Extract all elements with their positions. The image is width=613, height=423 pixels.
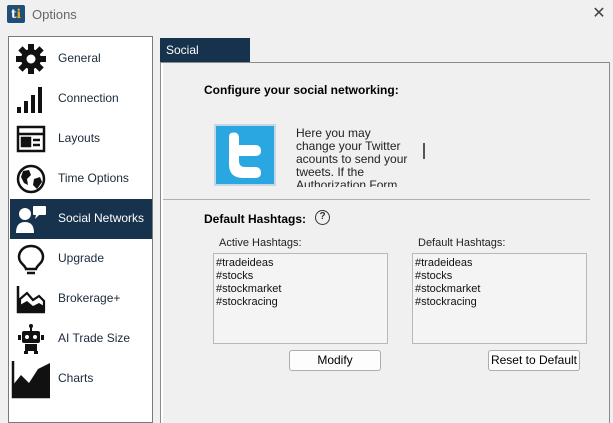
default-hashtags-list[interactable]: #tradeideas #stocks #stockmarket #stockr… — [412, 253, 587, 344]
close-button[interactable]: ✕ — [585, 0, 613, 28]
configure-heading: Configure your social networking: — [204, 83, 399, 97]
sidebar-item-upgrade[interactable]: Upgrade — [10, 239, 152, 279]
sidebar-item-label: Upgrade — [58, 251, 105, 265]
sidebar-item-time-options[interactable]: Time Options — [10, 159, 152, 199]
sidebar-item-layouts[interactable]: Layouts — [10, 119, 152, 159]
app-logo-icon: ti — [7, 5, 25, 23]
area-chart-icon — [14, 283, 48, 315]
title-bar: ti Options ✕ — [0, 0, 613, 30]
sidebar-item-label: General — [58, 51, 101, 65]
sidebar-item-label: Social Networks — [58, 211, 145, 225]
globe-icon — [14, 163, 48, 195]
list-item[interactable]: #tradeideas — [415, 257, 584, 270]
list-item[interactable]: #stockracing — [216, 296, 385, 309]
sidebar-item-ai-trade-size[interactable]: AI Trade Size — [10, 319, 152, 359]
sidebar-item-brokerage-plus[interactable]: Brokerage+ — [10, 279, 152, 319]
sidebar-item-social-networks[interactable]: Social Networks — [10, 199, 152, 239]
active-hashtags-list[interactable]: #tradeideas #stocks #stockmarket #stockr… — [213, 253, 388, 344]
twitter-t-icon — [229, 132, 261, 178]
lightbulb-icon — [14, 243, 48, 275]
sidebar-item-label: Brokerage+ — [58, 291, 121, 305]
list-item[interactable]: #tradeideas — [216, 257, 385, 270]
list-item[interactable]: #stockracing — [415, 296, 584, 309]
list-item[interactable]: #stocks — [415, 270, 584, 283]
sidebar-item-label: AI Trade Size — [58, 331, 131, 345]
twitter-logo — [214, 124, 276, 186]
sidebar-item-label: Connection — [58, 91, 119, 105]
layout-icon — [14, 123, 48, 155]
default-hashtags-label: Default Hashtags: — [418, 237, 506, 249]
gear-icon — [14, 43, 48, 75]
list-item[interactable]: #stockmarket — [415, 283, 584, 296]
default-hashtags-heading: Default Hashtags: — [204, 212, 307, 226]
reset-to-default-button[interactable]: Reset to Default — [488, 350, 580, 371]
sidebar: General Connection Layouts Time Options … — [8, 36, 153, 423]
sidebar-item-label: Layouts — [58, 131, 101, 145]
list-item[interactable]: #stockmarket — [216, 283, 385, 296]
robot-icon — [14, 323, 48, 355]
sidebar-item-label: Time Options — [58, 171, 129, 185]
chart-icon — [11, 359, 51, 399]
twitter-description: Here you may change your Twitter acounts… — [296, 127, 408, 187]
tab-social-networks[interactable]: Social Networks — [160, 38, 250, 79]
section-divider — [163, 199, 590, 200]
text-scrollbar[interactable] — [423, 143, 425, 159]
signal-bars-icon — [14, 83, 48, 115]
social-people-icon — [14, 203, 48, 235]
sidebar-item-label: Charts — [58, 371, 94, 385]
help-icon[interactable]: ? — [315, 210, 330, 225]
modify-button[interactable]: Modify — [289, 350, 381, 371]
active-hashtags-label: Active Hashtags: — [219, 237, 302, 249]
sidebar-item-general[interactable]: General — [10, 39, 152, 79]
list-item[interactable]: #stocks — [216, 270, 385, 283]
sidebar-item-charts[interactable]: Charts — [10, 359, 152, 399]
sidebar-item-connection[interactable]: Connection — [10, 79, 152, 119]
window-title: Options — [32, 7, 77, 22]
